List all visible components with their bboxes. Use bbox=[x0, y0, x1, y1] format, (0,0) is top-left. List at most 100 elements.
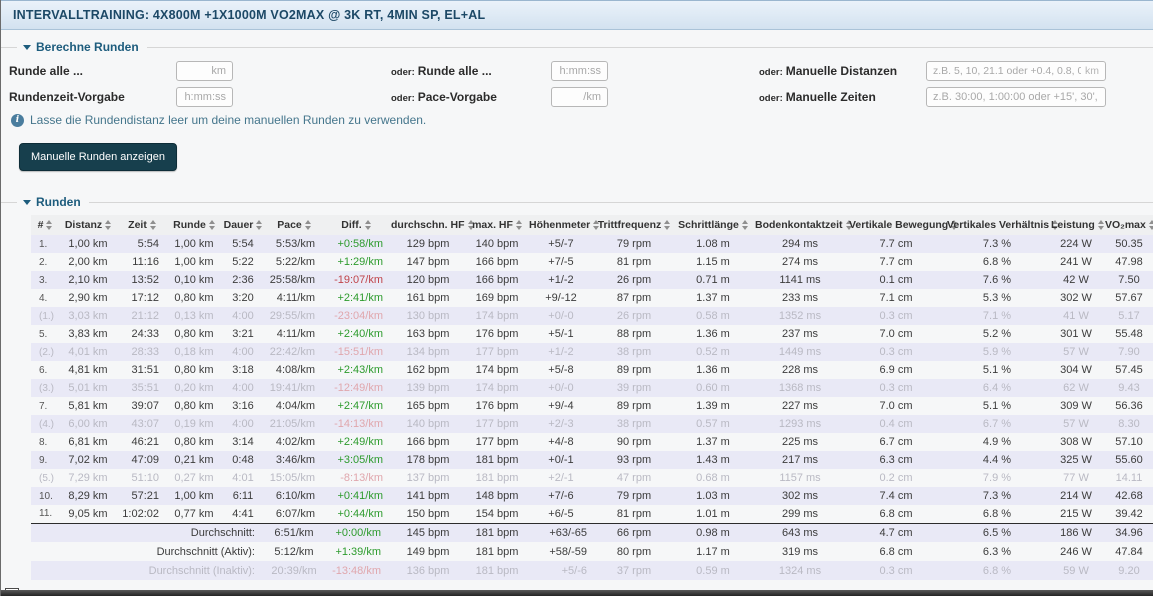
manuelle-zeiten-input[interactable] bbox=[926, 87, 1106, 107]
lap-row: 6.4,81 km31:510,80 km3:184:08/km+2:43/km… bbox=[31, 361, 1153, 379]
section-berechne-runden: Berechne Runden bbox=[1, 40, 1153, 54]
runde-alle-zeit-label: oder:Runde alle ... bbox=[391, 64, 551, 78]
summary-row: Durchschnitt (Aktiv):5:12/km+1:39/km149 … bbox=[31, 542, 1153, 561]
column-header-12[interactable]: Bodenkontaktzeit bbox=[753, 215, 847, 235]
sort-icon[interactable] bbox=[105, 220, 111, 230]
lap-row: (4.)6,00 km43:070,19 km4:0021:05/km-14:1… bbox=[31, 415, 1153, 433]
lap-row: 11.9,05 km1:02:020,77 km4:416:07/km+0:44… bbox=[31, 505, 1153, 523]
manuelle-distanzen-input[interactable]: z.B. 5, 10, 21.1 oder +0.4, 0.8, 0.4 km bbox=[926, 61, 1106, 81]
divider bbox=[1, 202, 17, 203]
berechne-runden-form: Runde alle ... oder:Runde alle ... oder:… bbox=[1, 60, 1153, 171]
lap-row: (5.)7,29 km51:100,27 km4:0115:05/km-8:13… bbox=[31, 469, 1153, 487]
divider bbox=[89, 202, 1153, 203]
lap-row: 5.3,83 km24:330,80 km3:214:11/km+2:40/km… bbox=[31, 325, 1153, 343]
lap-number: 8. bbox=[31, 433, 59, 451]
sort-icon[interactable] bbox=[305, 220, 311, 230]
lap-number: (5.) bbox=[31, 469, 59, 487]
lap-number: 6. bbox=[31, 361, 59, 379]
sort-icon[interactable] bbox=[256, 220, 262, 230]
lap-number: 4. bbox=[31, 289, 59, 307]
lap-row: 9.7,02 km47:090,21 km0:483:46/km+3:05/km… bbox=[31, 451, 1153, 469]
column-header-11[interactable]: Schrittlänge bbox=[673, 215, 753, 235]
summary-label: Durchschnitt (Aktiv): bbox=[31, 542, 265, 561]
divider bbox=[1, 47, 17, 48]
column-header-13[interactable]: Vertikale Bewegung bbox=[847, 215, 945, 235]
info-text: Lasse die Rundendistanz leer um deine ma… bbox=[30, 113, 426, 127]
column-header-9[interactable]: Höhenmeter bbox=[527, 215, 595, 235]
form-row-2: Rundenzeit-Vorgabe oder:Pace-Vorgabe ode… bbox=[9, 86, 1145, 107]
lap-number: 3. bbox=[31, 271, 59, 289]
column-header-4[interactable]: Dauer bbox=[221, 215, 265, 235]
km-unit-suffix: km bbox=[1085, 65, 1099, 77]
runde-alle-zeit-input[interactable] bbox=[551, 61, 608, 81]
sort-icon[interactable] bbox=[1098, 220, 1104, 230]
sort-icon[interactable] bbox=[365, 220, 371, 230]
laps-table: #DistanzZeitRundeDauerPaceDiff.durchschn… bbox=[31, 215, 1153, 580]
collapse-arrow-icon bbox=[23, 45, 31, 50]
lap-row: 7.5,81 km39:070,80 km3:164:04/km+2:47/km… bbox=[31, 397, 1153, 415]
lap-number: 10. bbox=[31, 487, 59, 505]
lap-row: (1.)3,03 km21:120,13 km4:0029:55/km-23:0… bbox=[31, 307, 1153, 325]
sort-icon[interactable] bbox=[150, 220, 156, 230]
column-header-10[interactable]: Trittfrequenz bbox=[595, 215, 673, 235]
lap-row: 4.2,90 km17:120,80 km3:204:11/km+2:41/km… bbox=[31, 289, 1153, 307]
form-row-1: Runde alle ... oder:Runde alle ... oder:… bbox=[9, 60, 1145, 81]
lap-row: 10.8,29 km57:211,00 km6:116:10/km+0:41/k… bbox=[31, 487, 1153, 505]
rundenzeit-vorgabe-label: Rundenzeit-Vorgabe bbox=[9, 90, 176, 104]
lap-row: 1.1,00 km5:541,00 km5:545:53/km+0:58/km1… bbox=[31, 235, 1153, 253]
lap-number: 7. bbox=[31, 397, 59, 415]
sort-icon[interactable] bbox=[516, 220, 522, 230]
lap-row: 8.6,81 km46:210,80 km3:144:02/km+2:49/km… bbox=[31, 433, 1153, 451]
lap-number: 1. bbox=[31, 235, 59, 253]
lap-number: (1.) bbox=[31, 307, 59, 325]
lap-row: 2.2,00 km11:161,00 km5:225:22/km+1:29/km… bbox=[31, 253, 1153, 271]
summary-label: Durchschnitt: bbox=[31, 523, 265, 542]
column-header-15[interactable]: Leistung bbox=[1049, 215, 1103, 235]
column-header-14[interactable]: Vertikales Verhältnis bbox=[945, 215, 1049, 235]
lap-number: 9. bbox=[31, 451, 59, 469]
summary-row: Durchschnitt (Inaktiv):20:39/km-13:48/km… bbox=[31, 561, 1153, 580]
berechne-runden-legend: Berechne Runden bbox=[36, 40, 139, 54]
lap-number: 2. bbox=[31, 253, 59, 271]
sort-icon[interactable] bbox=[1149, 220, 1153, 230]
laps-table-header: #DistanzZeitRundeDauerPaceDiff.durchschn… bbox=[31, 215, 1153, 235]
runde-alle-km-label: Runde alle ... bbox=[9, 64, 176, 78]
column-header-1[interactable]: Distanz bbox=[59, 215, 117, 235]
sort-icon[interactable] bbox=[742, 220, 748, 230]
sort-icon[interactable] bbox=[664, 220, 670, 230]
window-bottom-edge bbox=[1, 590, 1153, 596]
column-header-7[interactable]: durchschn. HF bbox=[389, 215, 467, 235]
lap-number: (2.) bbox=[31, 343, 59, 361]
column-header-8[interactable]: max. HF bbox=[467, 215, 527, 235]
lap-number: 11. bbox=[31, 505, 59, 523]
runden-legend: Runden bbox=[36, 195, 81, 209]
column-header-6[interactable]: Diff. bbox=[323, 215, 389, 235]
runde-alle-km-input[interactable] bbox=[176, 61, 233, 81]
runden-toggle[interactable]: Runden bbox=[17, 195, 83, 209]
info-note: i Lasse die Rundendistanz leer um deine … bbox=[11, 113, 1145, 127]
page-title: INTERVALLTRAINING: 4X800M +1X1000M VO2MA… bbox=[13, 8, 485, 22]
lap-row: (2.)4,01 km28:330,18 km4:0022:42/km-15:5… bbox=[31, 343, 1153, 361]
berechne-runden-toggle[interactable]: Berechne Runden bbox=[17, 40, 141, 54]
lap-number: (4.) bbox=[31, 415, 59, 433]
window-title-bar: INTERVALLTRAINING: 4X800M +1X1000M VO2MA… bbox=[1, 0, 1153, 30]
column-header-3[interactable]: Runde bbox=[167, 215, 221, 235]
sort-icon[interactable] bbox=[46, 220, 52, 230]
column-header-5[interactable]: Pace bbox=[265, 215, 323, 235]
manuelle-runden-anzeigen-button[interactable]: Manuelle Runden anzeigen bbox=[19, 143, 177, 171]
pace-vorgabe-label: oder:Pace-Vorgabe bbox=[391, 90, 551, 104]
info-icon: i bbox=[11, 114, 24, 127]
lap-number: 5. bbox=[31, 325, 59, 343]
summary-row: Durchschnitt:6:51/km+0:00/km145 bpm181 b… bbox=[31, 523, 1153, 542]
divider bbox=[147, 47, 1153, 48]
summary-label: Durchschnitt (Inaktiv): bbox=[31, 561, 265, 580]
column-header-16[interactable]: VO₂max bbox=[1103, 215, 1153, 235]
sort-icon[interactable] bbox=[209, 220, 215, 230]
pace-vorgabe-input[interactable] bbox=[551, 87, 608, 107]
column-header-0[interactable]: # bbox=[31, 215, 59, 235]
column-header-2[interactable]: Zeit bbox=[117, 215, 167, 235]
section-runden: Runden bbox=[1, 195, 1153, 209]
manuelle-distanzen-label: oder:Manuelle Distanzen bbox=[759, 64, 926, 78]
rundenzeit-vorgabe-input[interactable] bbox=[176, 87, 233, 107]
lap-number: (3.) bbox=[31, 379, 59, 397]
